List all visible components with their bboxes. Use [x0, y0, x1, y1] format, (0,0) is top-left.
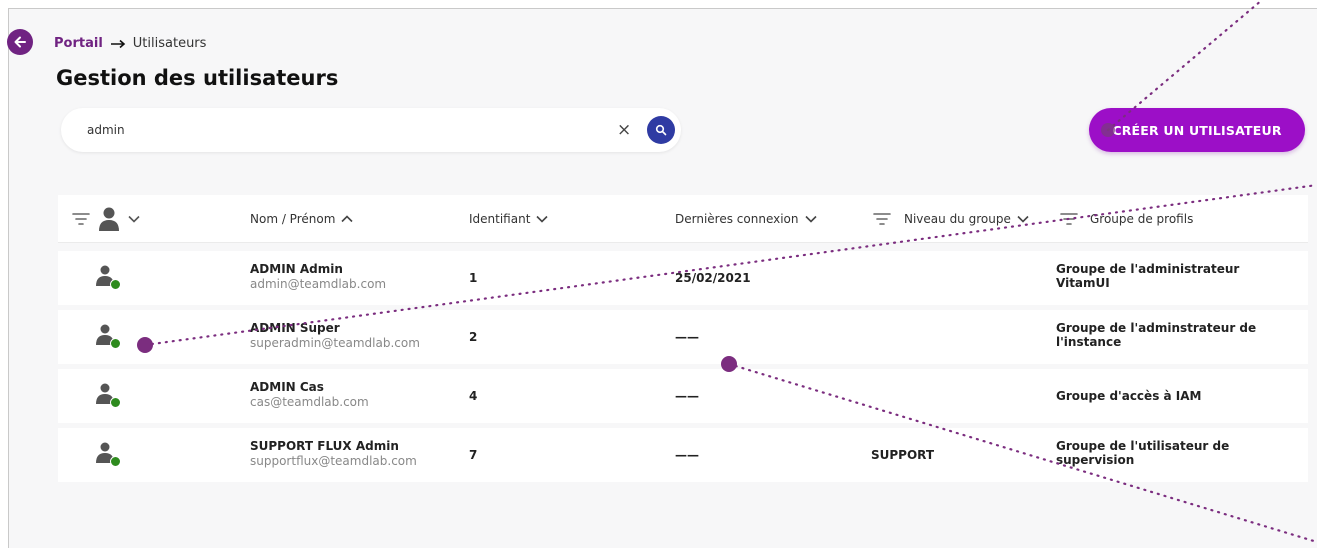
search-input[interactable] [87, 120, 607, 140]
user-last-connection: 25/02/2021 [675, 271, 751, 285]
breadcrumb: Portail Utilisateurs [54, 36, 206, 51]
user-name: ADMIN Admin [250, 262, 343, 276]
user-profile-group-line1: Groupe de l'utilisateur de [1056, 439, 1230, 453]
filter-status-button[interactable] [72, 195, 90, 243]
back-arrow-icon[interactable] [7, 29, 33, 55]
user-icon [99, 207, 119, 231]
user-avatar [96, 264, 124, 292]
arrow-right-icon [110, 39, 126, 49]
user-group-level: SUPPORT [871, 448, 935, 462]
search-icon [655, 124, 667, 136]
breadcrumb-current: Utilisateurs [132, 36, 207, 51]
user-profile-group-line2: supervision [1056, 453, 1135, 467]
status-active-dot [110, 338, 121, 349]
user-identifier: 2 [469, 330, 478, 344]
filter-icon [873, 213, 891, 225]
status-active-dot [110, 397, 121, 408]
filter-icon [72, 213, 90, 225]
column-header-identifier[interactable]: Identifiant [469, 195, 548, 243]
column-header-identifier-label: Identifiant [469, 212, 531, 226]
create-user-button[interactable]: CRÉER UN UTILISATEUR [1089, 108, 1305, 152]
user-profile-group-line2: VitamUI [1056, 276, 1110, 290]
search-button[interactable] [647, 116, 675, 144]
user-name: ADMIN Cas [250, 380, 324, 394]
column-header-profile-group[interactable]: Groupe de profils [1060, 195, 1199, 243]
user-profile-group-line1: Groupe de l'administrateur [1056, 262, 1240, 276]
user-avatar [96, 323, 124, 351]
status-active-dot [110, 279, 121, 290]
search-bar: × [61, 108, 681, 152]
column-header-name[interactable]: Nom / Prénom [250, 195, 353, 243]
user-avatar [96, 441, 124, 469]
user-identifier: 1 [469, 271, 478, 285]
table-row[interactable]: SUPPORT FLUX Admin supportflux@teamdlab.… [58, 428, 1308, 482]
filter-icon [1060, 213, 1078, 225]
chevron-down-icon [804, 215, 817, 223]
chevron-up-icon [341, 215, 353, 223]
user-email: admin@teamdlab.com [250, 277, 387, 291]
user-profile-group-line1: Groupe d'accès à IAM [1056, 389, 1202, 403]
column-header-last-connection[interactable]: Dernières connexion [675, 195, 817, 243]
user-email: cas@teamdlab.com [250, 395, 369, 409]
user-type-dropdown[interactable] [98, 195, 140, 243]
chevron-down-icon [536, 215, 548, 223]
user-profile-group-line1: Groupe de l'adminstrateur de [1056, 321, 1257, 335]
user-avatar [96, 382, 124, 410]
user-last-connection: —— [675, 389, 699, 403]
user-email: supportflux@teamdlab.com [250, 454, 417, 468]
user-last-connection: —— [675, 330, 699, 344]
table-row[interactable]: ADMIN Cas cas@teamdlab.com 4 —— Groupe d… [58, 369, 1308, 423]
column-header-name-label: Nom / Prénom [250, 212, 336, 226]
column-header-group-level-label: Niveau du groupe [904, 212, 1011, 226]
column-header-group-level[interactable]: Niveau du groupe [873, 195, 1029, 243]
table-row[interactable]: ADMIN Super superadmin@teamdlab.com 2 ——… [58, 310, 1308, 364]
column-header-profile-group-label: Groupe de profils [1090, 212, 1194, 226]
user-last-connection: —— [675, 448, 699, 462]
table-header: Nom / Prénom Identifiant Dernières conne… [58, 195, 1308, 243]
page-title: Gestion des utilisateurs [56, 66, 339, 90]
user-name: ADMIN Super [250, 321, 340, 335]
user-identifier: 7 [469, 448, 478, 462]
breadcrumb-portal-link[interactable]: Portail [54, 36, 103, 51]
user-name: SUPPORT FLUX Admin [250, 439, 399, 453]
column-header-last-connection-label: Dernières connexion [675, 212, 799, 226]
status-active-dot [110, 456, 121, 467]
user-profile-group-line2: l'instance [1056, 335, 1122, 349]
table-row[interactable]: ADMIN Admin admin@teamdlab.com 1 25/02/2… [58, 251, 1308, 305]
chevron-down-icon [1017, 215, 1029, 223]
user-identifier: 4 [469, 389, 478, 403]
user-email: superadmin@teamdlab.com [250, 336, 420, 350]
clear-icon[interactable]: × [617, 120, 631, 140]
chevron-down-icon [128, 215, 140, 223]
